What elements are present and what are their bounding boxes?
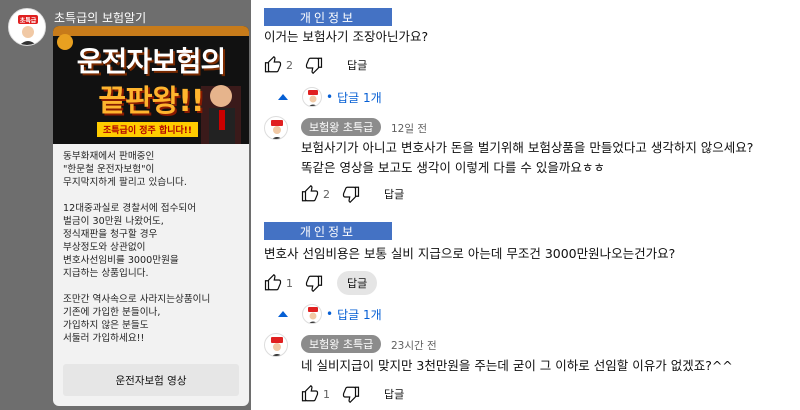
banner-title: 운전자보험의 [76, 45, 227, 78]
post-line: 서둘러 가입하세요!! [63, 333, 145, 344]
comment-text: 변호사 선임비용은 보통 실비 지급으로 아는데 무조건 3000만원나오는건가… [264, 246, 676, 261]
post-paragraph: 조만간 역사속으로 사라지는상품이니 기존에 가입한 분들이나, 가입하지 않은… [63, 293, 243, 345]
like-count: 2 [323, 187, 330, 201]
comment-actions: 2 답글 [264, 55, 377, 75]
post-line: 동부화재에서 판매중인 [63, 151, 155, 162]
post-card: 운전자보험의 끝판왕!! 조특급이 정주 합니다!! 동부화재에서 판매중인 "… [53, 26, 249, 406]
reply-button[interactable]: 답글 [337, 271, 378, 295]
dislike-icon[interactable] [305, 56, 323, 75]
reply-button[interactable]: 답글 [374, 182, 414, 206]
channel-name[interactable]: 초특급의 보험알기 [54, 9, 146, 26]
reply-text-line: 똑같은 영상을 보고도 생각이 이렇게 다를 수 있을까요ㅎㅎ [301, 160, 605, 175]
redacted-author-label: 개인정보 [264, 222, 392, 240]
reply-timestamp[interactable]: 12일 전 [391, 121, 427, 136]
dislike-icon[interactable] [342, 385, 360, 404]
post-line: 12대중과실로 경찰서에 접수되어 [63, 203, 197, 214]
replies-count: 답글 1개 [337, 90, 382, 105]
avatar-badge-text: 초특급 [20, 17, 37, 25]
dislike-icon[interactable] [342, 185, 360, 204]
reply-author-avatar [302, 304, 322, 324]
video-link-button[interactable]: 운전자보험 영상 [63, 364, 239, 396]
post-line: 조만간 역사속으로 사라지는상품이니 [63, 294, 211, 305]
post-line: "한문철 운전자보험"이 [63, 164, 155, 175]
reply-avatar[interactable] [264, 116, 288, 140]
reply-actions: 1 답글 [301, 384, 414, 404]
post-line: 정식재판을 청구할 경우 [63, 229, 158, 240]
post-line: 가입하지 않은 분들도 [63, 320, 149, 331]
comment-actions: 1 답글 [264, 271, 378, 295]
like-icon[interactable] [301, 384, 319, 403]
replies-count: 답글 1개 [337, 307, 382, 322]
like-icon[interactable] [264, 273, 282, 292]
post-line: 변호사선임비를 3000만원을 [63, 255, 179, 266]
post-body: 동부화재에서 판매중인 "한문철 운전자보험"이 무지막지하게 팔리고 있습니다… [63, 150, 243, 358]
like-count: 1 [323, 387, 330, 401]
reply-timestamp[interactable]: 23시간 전 [391, 338, 437, 353]
separator-dot: • [326, 90, 334, 104]
reply-text-line: 보험사기가 아니고 변호사가 돈을 벌기위해 보험상품을 만들었다고 생각하지 … [301, 140, 754, 155]
replies-toggle[interactable]: • 답글 1개 [278, 304, 382, 324]
separator-dot: • [326, 307, 334, 321]
reply-author-avatar [302, 87, 322, 107]
post-paragraph: 동부화재에서 판매중인 "한문철 운전자보험"이 무지막지하게 팔리고 있습니다… [63, 150, 243, 189]
reply-button[interactable]: 답글 [374, 382, 414, 406]
like-count: 2 [286, 58, 293, 72]
comment-text: 이거는 보험사기 조장아닌가요? [264, 29, 429, 44]
post-line: 벌금이 30만원 나왔어도, [63, 216, 164, 227]
reply-avatar[interactable] [264, 333, 288, 357]
redacted-author-label: 개인정보 [264, 8, 392, 26]
banner-subtitle: 끝판왕!! [98, 84, 204, 119]
author-badge[interactable]: 보험왕 초특급 [301, 335, 382, 353]
post-line: 기존에 가입한 분들이나, [63, 307, 161, 318]
like-icon[interactable] [264, 55, 282, 74]
caret-up-icon [278, 311, 288, 317]
reply-button[interactable]: 답글 [337, 53, 377, 77]
like-icon[interactable] [301, 184, 319, 203]
dislike-icon[interactable] [305, 274, 323, 293]
post-line: 지급하는 상품입니다. [63, 268, 149, 279]
post-line: 무지막지하게 팔리고 있습니다. [63, 177, 187, 188]
reply-text-line: 네 실비지급이 맞지만 3천만원을 주는데 굳이 그 이하로 선임할 이유가 없… [301, 358, 733, 373]
channel-avatar[interactable]: 초특급 [8, 8, 46, 46]
reply-actions: 2 답글 [301, 184, 414, 204]
caret-up-icon [278, 94, 288, 100]
post-paragraph: 12대중과실로 경찰서에 접수되어 벌금이 30만원 나왔어도, 정식재판을 청… [63, 202, 243, 280]
post-line: 부상정도와 상관없이 [63, 242, 146, 253]
like-count: 1 [286, 276, 293, 290]
community-post-panel: 초특급 초특급의 보험알기 운전자보험의 끝판왕!! 조특급이 정주 합니다!! [0, 0, 251, 410]
author-badge[interactable]: 보험왕 초특급 [301, 118, 382, 136]
banner-strip: 조특급이 정주 합니다!! [97, 122, 198, 137]
replies-toggle[interactable]: • 답글 1개 [278, 87, 382, 107]
post-banner-image[interactable]: 운전자보험의 끝판왕!! 조특급이 정주 합니다!! [53, 26, 249, 144]
